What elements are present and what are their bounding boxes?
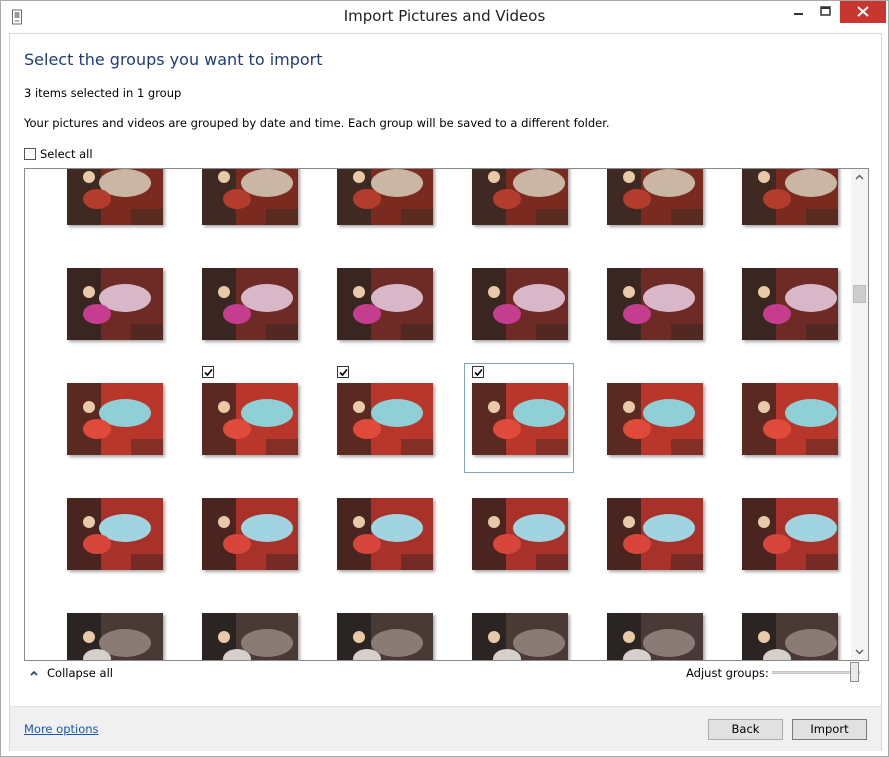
photo-thumbnail[interactable] xyxy=(337,383,433,455)
more-options-link[interactable]: More options xyxy=(24,722,99,736)
adjust-groups-slider-handle[interactable] xyxy=(850,662,859,682)
photo-thumbnail[interactable] xyxy=(202,383,298,455)
minimize-button[interactable] xyxy=(785,1,813,23)
chevron-up-icon xyxy=(855,174,864,180)
dialog-content: Select the groups you want to import 3 i… xyxy=(9,33,882,751)
photo-thumbnail[interactable] xyxy=(202,268,298,340)
maximize-button[interactable] xyxy=(813,1,839,23)
photo-thumbnail[interactable] xyxy=(337,498,433,570)
vertical-scrollbar[interactable] xyxy=(851,169,868,660)
photo-thumbnail[interactable] xyxy=(742,498,838,570)
photo-thumbnail[interactable] xyxy=(742,268,838,340)
photo-thumbnail[interactable] xyxy=(472,383,568,455)
scroll-up-button[interactable] xyxy=(851,169,868,186)
photo-thumbnail[interactable] xyxy=(67,498,163,570)
title-bar[interactable]: Import Pictures and Videos xyxy=(1,1,888,33)
chevron-up-icon xyxy=(30,670,38,676)
photo-thumbnail[interactable] xyxy=(472,613,568,660)
photo-thumbnail[interactable] xyxy=(202,613,298,660)
adjust-groups-slider-track[interactable] xyxy=(772,671,860,674)
photo-thumbnail[interactable] xyxy=(607,498,703,570)
import-window: Import Pictures and Videos Select the gr… xyxy=(0,0,889,757)
photo-thumbnail[interactable] xyxy=(742,613,838,660)
photo-thumbnail[interactable] xyxy=(67,268,163,340)
photo-thumbnail[interactable] xyxy=(607,268,703,340)
photo-thumbnail[interactable] xyxy=(607,613,703,660)
photo-thumbnail[interactable] xyxy=(202,498,298,570)
select-all-label: Select all xyxy=(40,147,93,161)
collapse-all-link[interactable]: Collapse all xyxy=(30,666,113,680)
photo-thumbnail[interactable] xyxy=(67,383,163,455)
back-button[interactable]: Back xyxy=(708,719,783,740)
checkmark-icon xyxy=(204,368,213,377)
photo-thumbnail[interactable] xyxy=(202,169,298,225)
thumbnail-checkbox[interactable] xyxy=(337,366,349,378)
select-all-checkbox[interactable]: Select all xyxy=(24,146,93,162)
photo-thumbnail[interactable] xyxy=(67,613,163,660)
collapse-all-label: Collapse all xyxy=(47,666,113,680)
photo-thumbnail[interactable] xyxy=(742,169,838,225)
checkmark-icon xyxy=(474,368,483,377)
thumbnail-checkbox[interactable] xyxy=(202,366,214,378)
photo-thumbnail[interactable] xyxy=(472,498,568,570)
photo-thumbnail[interactable] xyxy=(742,383,838,455)
selection-summary: 3 items selected in 1 group xyxy=(24,86,182,100)
scroll-down-button[interactable] xyxy=(851,643,868,660)
dialog-footer: More options Back Import xyxy=(10,706,881,751)
chevron-down-icon xyxy=(855,649,864,655)
scrollbar-thumb[interactable] xyxy=(853,285,866,303)
grouping-description: Your pictures and videos are grouped by … xyxy=(24,116,610,130)
photo-thumbnail[interactable] xyxy=(337,169,433,225)
photo-thumbnail[interactable] xyxy=(337,613,433,660)
thumbnail-grid xyxy=(24,168,869,661)
photo-thumbnail[interactable] xyxy=(607,169,703,225)
thumbnail-checkbox[interactable] xyxy=(472,366,484,378)
photo-thumbnail[interactable] xyxy=(472,169,568,225)
select-all-box[interactable] xyxy=(24,148,36,160)
adjust-groups-label: Adjust groups: xyxy=(686,666,769,680)
close-icon xyxy=(857,6,869,17)
import-button[interactable]: Import xyxy=(792,719,867,740)
thumbnail-grid-area xyxy=(25,169,851,660)
window-title: Import Pictures and Videos xyxy=(343,7,546,25)
close-button[interactable] xyxy=(840,1,886,23)
checkmark-icon xyxy=(339,368,348,377)
page-heading: Select the groups you want to import xyxy=(24,50,323,69)
photo-thumbnail[interactable] xyxy=(67,169,163,225)
photo-thumbnail[interactable] xyxy=(472,268,568,340)
photo-thumbnail[interactable] xyxy=(337,268,433,340)
photo-thumbnail[interactable] xyxy=(607,383,703,455)
